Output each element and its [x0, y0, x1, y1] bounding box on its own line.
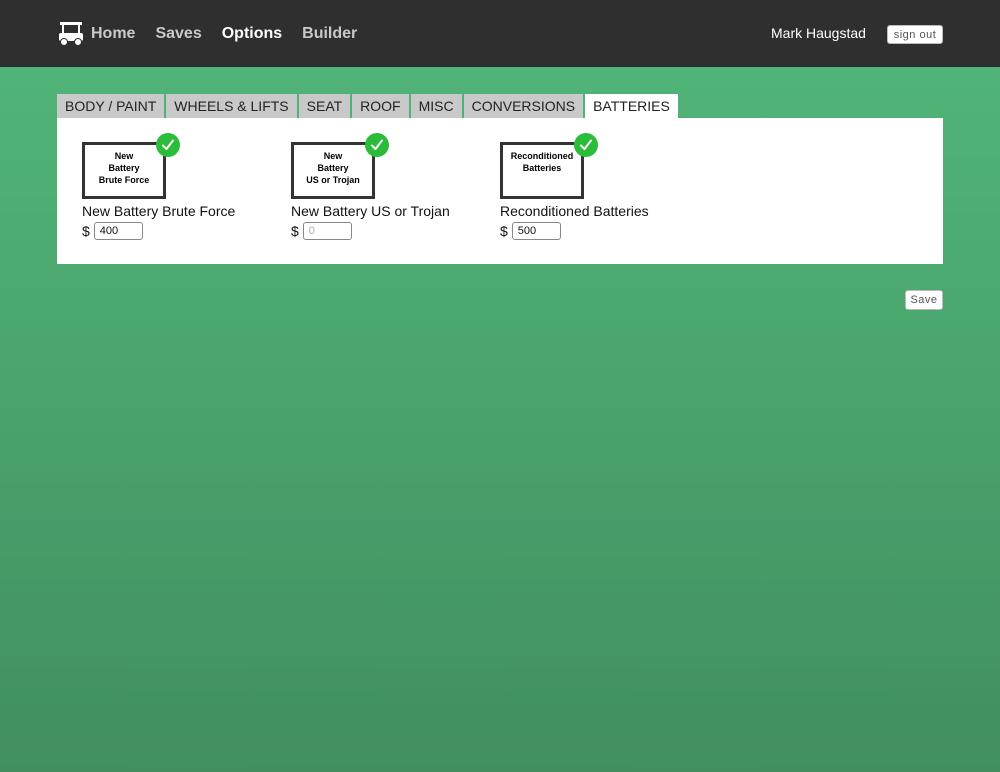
user-name: Mark Haugstad [771, 25, 866, 41]
option-thumbnail[interactable]: Reconditioned Batteries [500, 133, 598, 199]
nav-saves[interactable]: Saves [155, 25, 201, 43]
nav-home[interactable]: Home [91, 25, 135, 43]
tab-wheels-lifts[interactable]: WHEELS & LIFTS [166, 94, 297, 118]
option-name: Reconditioned Batteries [500, 203, 649, 219]
thumbnail-label: New Battery US or Trojan [306, 151, 360, 185]
tab-misc[interactable]: MISC [410, 94, 462, 118]
option-thumbnail[interactable]: New Battery Brute Force [82, 133, 180, 199]
tab-conversions[interactable]: CONVERSIONS [463, 94, 584, 118]
tab-batteries[interactable]: BATTERIES [585, 94, 678, 118]
thumbnail-label: New Battery Brute Force [98, 151, 150, 185]
thumbnail-label: Reconditioned Batteries [510, 151, 574, 173]
tab-seat[interactable]: SEAT [298, 94, 351, 118]
price-row: $ [82, 222, 235, 240]
price-row: $ [500, 222, 649, 240]
checkmark-icon[interactable] [574, 133, 598, 157]
checkmark-icon[interactable] [365, 133, 389, 157]
category-tabs: BODY / PAINT WHEELS & LIFTS SEAT ROOF MI… [57, 94, 680, 118]
top-nav-bar: Home Saves Options Builder Mark Haugstad… [0, 0, 1000, 67]
option-item: New Battery US or Trojan New Battery US … [291, 133, 450, 240]
option-name: New Battery Brute Force [82, 203, 236, 219]
tab-roof[interactable]: ROOF [352, 94, 409, 118]
option-item: Reconditioned Batteries Reconditioned Ba… [500, 133, 649, 240]
currency-symbol: $ [82, 223, 90, 239]
checkmark-icon[interactable] [156, 133, 180, 157]
option-item: New Battery Brute Force New Battery Brut… [82, 133, 236, 240]
options-panel: New Battery Brute Force New Battery Brut… [57, 118, 943, 264]
golf-cart-icon[interactable] [57, 20, 85, 48]
currency-symbol: $ [500, 223, 508, 239]
sign-out-button[interactable]: sign out [887, 25, 943, 44]
currency-symbol: $ [291, 223, 299, 239]
nav-builder[interactable]: Builder [302, 25, 357, 43]
price-input[interactable] [302, 222, 352, 240]
option-thumbnail[interactable]: New Battery US or Trojan [291, 133, 389, 199]
option-name: New Battery US or Trojan [291, 203, 450, 219]
tab-body-paint[interactable]: BODY / PAINT [57, 94, 165, 118]
price-row: $ [291, 222, 450, 240]
price-input[interactable] [93, 222, 143, 240]
main-nav: Home Saves Options Builder [91, 0, 377, 67]
save-button[interactable]: Save [905, 290, 943, 310]
price-input[interactable] [511, 222, 561, 240]
nav-options[interactable]: Options [222, 25, 282, 43]
